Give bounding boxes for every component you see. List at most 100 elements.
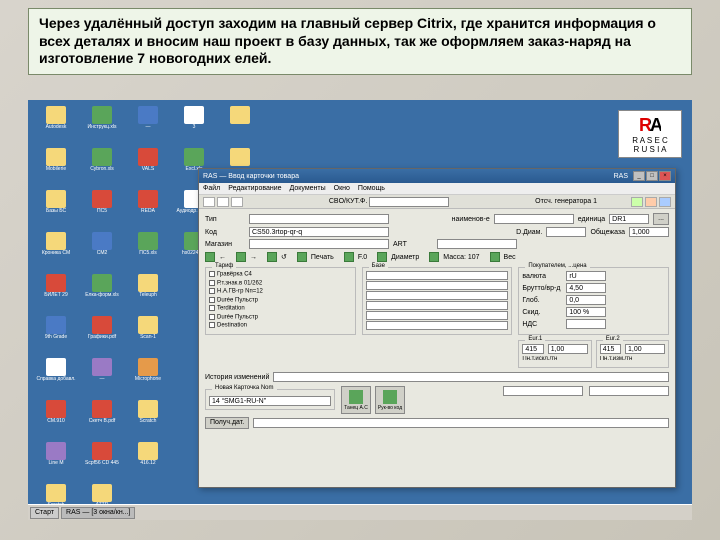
checkbox-icon[interactable] bbox=[209, 322, 215, 328]
base-field-1[interactable] bbox=[366, 271, 509, 280]
desktop-icon[interactable]: CM2 bbox=[80, 232, 124, 272]
desktop-icon[interactable]: Инструкц.xls bbox=[80, 106, 124, 146]
desktop-icon[interactable]: Line M bbox=[34, 442, 78, 482]
desktop-icon[interactable]: Scan-1 bbox=[126, 316, 170, 356]
desktop-icon[interactable]: Mobilerie bbox=[34, 148, 78, 188]
tarif-text: Terditation bbox=[217, 306, 245, 312]
taskbar-item[interactable]: RAS — [3 окна/кн...] bbox=[61, 507, 135, 519]
base-field-6[interactable] bbox=[366, 321, 509, 330]
icon-label: Mobilerie bbox=[46, 167, 66, 172]
dia-field[interactable] bbox=[546, 227, 586, 237]
close-button[interactable]: × bbox=[659, 171, 671, 181]
tool-a-icon[interactable] bbox=[631, 197, 643, 207]
tool-new-icon[interactable] bbox=[203, 197, 215, 207]
menu-item[interactable]: Окно bbox=[334, 185, 350, 192]
menu-item[interactable]: Документы bbox=[290, 185, 326, 192]
base-field-4[interactable] bbox=[366, 301, 509, 310]
tool-c-icon[interactable] bbox=[659, 197, 671, 207]
menu-item[interactable]: Редактирование bbox=[228, 185, 281, 192]
checkbox-icon[interactable] bbox=[209, 305, 215, 311]
size2-f2[interactable]: 1,00 bbox=[625, 344, 665, 354]
base-field-5[interactable] bbox=[366, 311, 509, 320]
checkbox-icon[interactable] bbox=[209, 280, 215, 286]
art-field[interactable] bbox=[437, 239, 517, 249]
desktop-icon[interactable]: 416.12 bbox=[126, 442, 170, 482]
desktop-icon[interactable]: Scpf56 CD 445 bbox=[80, 442, 124, 482]
menu-item[interactable]: Помощь bbox=[358, 185, 385, 192]
nav-button[interactable] bbox=[297, 252, 307, 262]
desktop-icon[interactable]: VALS bbox=[126, 148, 170, 188]
size-field[interactable]: 1,000 bbox=[629, 227, 669, 237]
desktop-icon[interactable]: БИЛЕТ 29 bbox=[34, 274, 78, 314]
nav-button[interactable] bbox=[344, 252, 354, 262]
action-button[interactable]: Рук-во код bbox=[375, 386, 405, 414]
desktop-icon[interactable]: Кроника CM bbox=[34, 232, 78, 272]
desktop-icon[interactable]: — bbox=[126, 106, 170, 146]
desktop-icon[interactable]: Autodesk bbox=[34, 106, 78, 146]
action-button[interactable]: Танец А.С bbox=[341, 386, 371, 414]
maximize-button[interactable]: □ bbox=[646, 171, 658, 181]
desktop-icon[interactable]: ПС5 bbox=[80, 190, 124, 230]
start-button[interactable]: Старт bbox=[30, 507, 59, 519]
glob-field[interactable]: 0,0 bbox=[566, 295, 606, 305]
checkbox-icon[interactable] bbox=[209, 314, 215, 320]
desktop-icon[interactable]: Графики.pdf bbox=[80, 316, 124, 356]
kod-value[interactable]: 14 “SMG1-RU-N” bbox=[209, 396, 331, 406]
footer-long-field[interactable] bbox=[253, 418, 669, 428]
desktop-icon[interactable]: Скетч В.pdf bbox=[80, 400, 124, 440]
size1-f1[interactable]: 415 km bbox=[522, 344, 543, 354]
icon-label: Cybron.xls bbox=[90, 167, 114, 172]
valuta-field[interactable]: rU bbox=[566, 271, 606, 281]
checkbox-icon[interactable] bbox=[209, 297, 215, 303]
type-field[interactable] bbox=[249, 214, 389, 224]
brut-field[interactable]: 4,50 bbox=[566, 283, 606, 293]
desktop-icon[interactable]: Справка добавл. bbox=[34, 358, 78, 398]
size1-f2[interactable]: 1,00 bbox=[548, 344, 588, 354]
tool-open-icon[interactable] bbox=[217, 197, 229, 207]
footer-field-2[interactable] bbox=[589, 386, 669, 396]
nav-button[interactable] bbox=[267, 252, 277, 262]
desktop-icon[interactable]: 9th Grade bbox=[34, 316, 78, 356]
code-field[interactable]: CS50.3rtop-qr-q bbox=[249, 227, 389, 237]
nds-field[interactable] bbox=[566, 319, 606, 329]
window-titlebar[interactable]: RAS — Ввод карточки товара RAS _ □ × bbox=[199, 169, 675, 183]
menubar: Файл Редактирование Документы Окно Помощь bbox=[199, 183, 675, 195]
ed-field[interactable]: DR1 bbox=[609, 214, 649, 224]
desktop-icon[interactable]: REDA bbox=[126, 190, 170, 230]
desktop-icon[interactable]: CM.910 bbox=[34, 400, 78, 440]
size2-f1[interactable]: 415 km bbox=[600, 344, 621, 354]
desktop-icon[interactable]: Елка-форм.xls bbox=[80, 274, 124, 314]
cbo-field[interactable] bbox=[369, 197, 449, 207]
nav-button[interactable] bbox=[205, 252, 215, 262]
desktop-icon[interactable] bbox=[218, 106, 262, 146]
tool-b-icon[interactable] bbox=[645, 197, 657, 207]
history-field[interactable] bbox=[273, 372, 669, 382]
nav-button[interactable] bbox=[236, 252, 246, 262]
desktop-icon[interactable]: Teleuph bbox=[126, 274, 170, 314]
nav-button[interactable] bbox=[377, 252, 387, 262]
desktop-icon[interactable]: — bbox=[80, 358, 124, 398]
menu-item[interactable]: Файл bbox=[203, 185, 220, 192]
mag-field[interactable] bbox=[249, 239, 389, 249]
window-title: RAS — Ввод карточки товара bbox=[203, 173, 299, 180]
skid-field[interactable]: 100 % bbox=[566, 307, 606, 317]
nav-button[interactable] bbox=[429, 252, 439, 262]
checkbox-icon[interactable] bbox=[209, 271, 215, 277]
desktop-icon[interactable]: ПС5.xls bbox=[126, 232, 170, 272]
tool-save-icon[interactable] bbox=[231, 197, 243, 207]
desktop-icon[interactable]: Scratch bbox=[126, 400, 170, 440]
desktop-icon[interactable]: Microphone bbox=[126, 358, 170, 398]
desktop-icon[interactable]: Cybron.xls bbox=[80, 148, 124, 188]
desktop-icon[interactable]: Базы БС bbox=[34, 190, 78, 230]
base-field-2[interactable] bbox=[366, 281, 509, 290]
footer-field-1[interactable] bbox=[503, 386, 583, 396]
base-field-3[interactable] bbox=[366, 291, 509, 300]
naim-field[interactable] bbox=[494, 214, 574, 224]
icon-label: Microphone bbox=[135, 377, 161, 382]
footer-button[interactable]: Получ.дат. bbox=[205, 417, 249, 429]
ed-picker[interactable]: ... bbox=[653, 213, 669, 225]
desktop-icon[interactable]: 3 bbox=[172, 106, 216, 146]
checkbox-icon[interactable] bbox=[209, 288, 215, 294]
minimize-button[interactable]: _ bbox=[633, 171, 645, 181]
nav-button[interactable] bbox=[490, 252, 500, 262]
